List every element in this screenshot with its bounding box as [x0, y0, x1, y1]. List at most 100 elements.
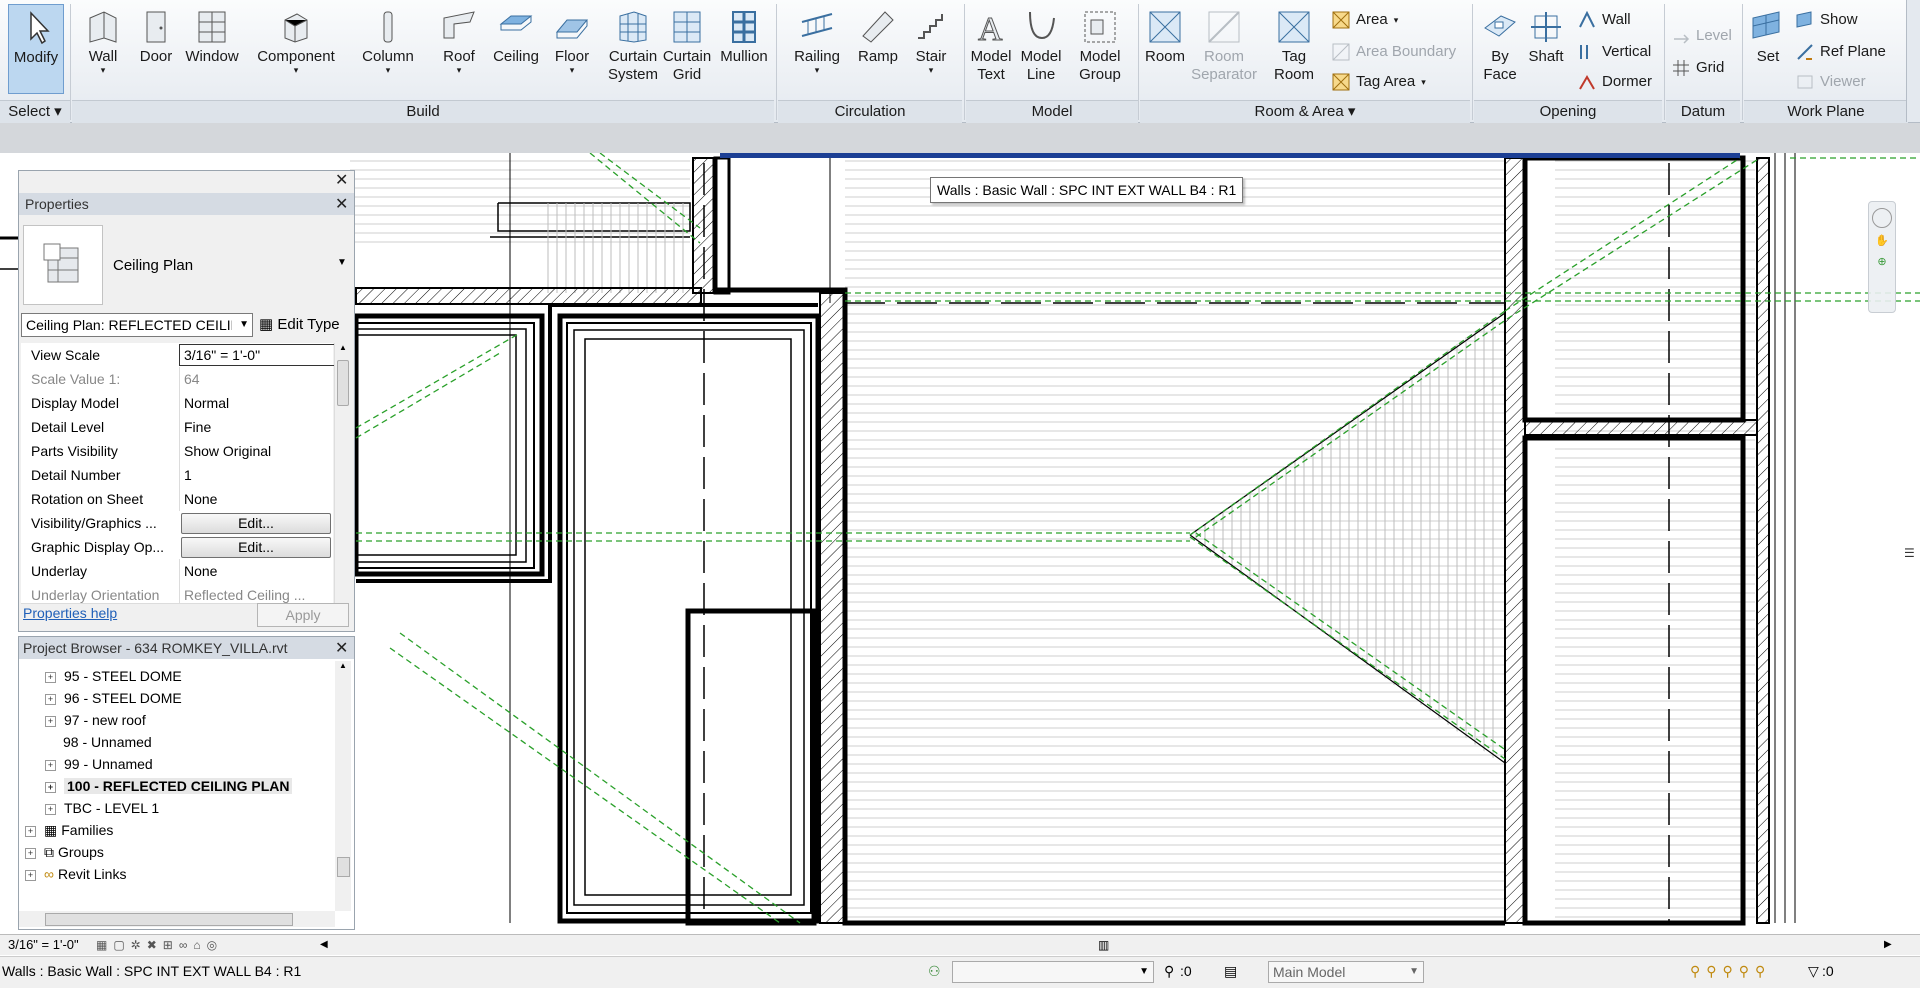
vertical-opening-button[interactable]: Vertical	[1578, 40, 1651, 64]
model-group-button[interactable]: Model Group	[1072, 4, 1128, 94]
scroll-thumb[interactable]	[337, 857, 350, 877]
browser-hscrollbar[interactable]	[19, 911, 335, 927]
design-options-icon[interactable]: ▤	[1224, 957, 1237, 985]
expand-icon[interactable]: +	[45, 693, 56, 705]
expand-icon[interactable]: +	[45, 781, 56, 793]
scroll-thumb[interactable]	[45, 913, 293, 926]
expand-icon[interactable]: +	[45, 715, 56, 727]
graphic-display-edit-button[interactable]: Edit...	[181, 537, 331, 558]
roof-button[interactable]: Roof ▾	[436, 4, 482, 94]
model-line-button[interactable]: Model Line	[1016, 4, 1066, 94]
floor-button[interactable]: Floor ▾	[550, 4, 594, 94]
expand-icon[interactable]: +	[25, 825, 36, 837]
tag-area-button[interactable]: Tag Area ▾	[1332, 70, 1426, 94]
room-separator-icon	[1205, 8, 1243, 46]
show-work-plane-button[interactable]: Show	[1796, 8, 1858, 32]
shaft-button[interactable]: Shaft	[1522, 4, 1570, 94]
mullion-button[interactable]: Mullion	[716, 4, 772, 94]
pan-icon[interactable]: ✋	[1869, 234, 1895, 247]
expand-icon[interactable]: +	[25, 847, 36, 859]
type-selector-dropdown[interactable]: ▼	[337, 257, 347, 268]
expand-icon[interactable]: +	[45, 671, 56, 683]
browser-item[interactable]: +99 - Unnamed	[45, 753, 153, 775]
close-browser-icon[interactable]: ✕	[335, 641, 348, 657]
prop-row[interactable]: Detail Level Fine	[21, 415, 333, 440]
steering-wheel-icon[interactable]	[1872, 208, 1892, 228]
grid-button[interactable]: Grid	[1672, 56, 1724, 80]
close-properties-icon[interactable]: ✕	[335, 197, 348, 213]
prop-row[interactable]: Detail Number 1	[21, 463, 333, 488]
browser-item[interactable]: + TBC - LEVEL 1	[45, 797, 159, 819]
prop-row[interactable]: Rotation on Sheet None	[21, 487, 333, 512]
viewer-button[interactable]: Viewer	[1796, 70, 1866, 94]
by-face-button[interactable]: By Face	[1478, 4, 1522, 94]
prop-row[interactable]: Display Model Normal	[21, 391, 333, 416]
view-control-icons[interactable]: ▦▢✲✖⊞∞⌂◎	[96, 935, 223, 955]
ribbon-scroll[interactable]	[1906, 0, 1920, 122]
filter-icon[interactable]: ▽	[1808, 957, 1819, 985]
expand-icon[interactable]: +	[45, 803, 56, 815]
browser-group-revit-links[interactable]: + ∞ Revit Links	[25, 863, 126, 885]
area-button[interactable]: Area ▾	[1332, 8, 1398, 32]
expand-icon[interactable]: +	[25, 869, 36, 881]
edit-type-button[interactable]: ▦ Edit Type	[259, 315, 340, 333]
instance-selector[interactable]: Ceiling Plan: REFLECTED CEILIN ▼	[21, 313, 253, 337]
scroll-thumb[interactable]	[337, 360, 349, 406]
room-separator-button[interactable]: Room Separator	[1188, 4, 1260, 94]
tag-room-button[interactable]: Tag Room	[1268, 4, 1320, 94]
close-properties-top-icon[interactable]: ✕	[335, 173, 348, 189]
browser-group-families[interactable]: + ▦ Families	[25, 819, 113, 841]
browser-item[interactable]: +96 - STEEL DOME	[45, 687, 182, 709]
wall-button[interactable]: Wall ▾	[80, 4, 126, 94]
design-option-dropdown[interactable]: Main Model ▼	[1268, 961, 1424, 983]
area-boundary-button[interactable]: Area Boundary	[1332, 40, 1456, 64]
scroll-up-icon[interactable]: ▲	[335, 661, 351, 670]
prop-row[interactable]: Parts Visibility Show Original	[21, 439, 333, 464]
browser-vscrollbar[interactable]: ▲	[335, 661, 351, 911]
view-scale-field[interactable]: 3/16" = 1'-0"	[179, 344, 335, 366]
editing-requests-icon[interactable]: ⚲	[1164, 957, 1174, 985]
select-dropdown[interactable]: Select ▾	[0, 100, 70, 123]
browser-item[interactable]: +97 - new roof	[45, 709, 146, 731]
model-text-button[interactable]: A Model Text	[966, 4, 1016, 94]
prop-row[interactable]: Underlay Orientation Reflected Ceiling ..…	[21, 583, 333, 604]
level-button[interactable]: Level	[1672, 24, 1732, 48]
view-scale-control[interactable]: 3/16" = 1'-0"	[8, 935, 79, 955]
properties-scrollbar[interactable]: ▲	[334, 343, 351, 603]
ref-plane-button[interactable]: Ref Plane	[1796, 40, 1886, 64]
room-button[interactable]: Room	[1142, 4, 1188, 94]
collapse-panel-icon[interactable]: ☰	[1904, 546, 1915, 560]
worksets-icon[interactable]: ⚇	[928, 957, 941, 985]
modify-button[interactable]: Modify	[8, 4, 64, 94]
browser-item-active[interactable]: +100 - REFLECTED CEILING PLAN	[45, 775, 293, 797]
ceiling-button[interactable]: Ceiling	[490, 4, 542, 94]
properties-help-link[interactable]: Properties help	[23, 605, 117, 621]
selection-option-icons[interactable]: ⚲⚲⚲⚲⚲	[1690, 957, 1771, 985]
browser-item[interactable]: 98 - Unnamed	[63, 731, 152, 753]
component-button[interactable]: Component ▾	[254, 4, 338, 94]
prop-row[interactable]: Underlay None	[21, 559, 333, 584]
scroll-left-icon[interactable]: ◀	[320, 935, 328, 955]
zoom-icon[interactable]: ⊕	[1869, 255, 1895, 268]
column-button[interactable]: Column ▾	[360, 4, 416, 94]
dormer-button[interactable]: Dormer	[1578, 70, 1652, 94]
browser-group-groups[interactable]: + ⧉ Groups	[25, 841, 104, 863]
workset-dropdown[interactable]: ▼	[952, 961, 1154, 983]
set-work-plane-button[interactable]: Set	[1746, 4, 1790, 94]
window-button[interactable]: Window	[180, 4, 244, 94]
wall-opening-button[interactable]: Wall	[1578, 8, 1631, 32]
scroll-thumb-icon[interactable]: ▥	[1098, 935, 1109, 955]
browser-item[interactable]: +95 - STEEL DOME	[45, 665, 182, 687]
door-button[interactable]: Door	[136, 4, 176, 94]
railing-button[interactable]: Railing ▾	[788, 4, 846, 94]
expand-icon[interactable]: +	[45, 759, 56, 771]
curtain-grid-button[interactable]: Curtain Grid	[662, 4, 712, 94]
apply-button[interactable]: Apply	[257, 603, 349, 627]
visibility-graphics-edit-button[interactable]: Edit...	[181, 513, 331, 534]
stair-button[interactable]: Stair ▾	[908, 4, 954, 94]
ramp-button[interactable]: Ramp	[854, 4, 902, 94]
curtain-system-button[interactable]: Curtain System	[606, 4, 660, 94]
scroll-right-icon[interactable]: ▶	[1884, 935, 1892, 955]
room-area-panel-label[interactable]: Room & Area ▾	[1140, 100, 1470, 123]
scroll-up-icon[interactable]: ▲	[335, 343, 351, 352]
